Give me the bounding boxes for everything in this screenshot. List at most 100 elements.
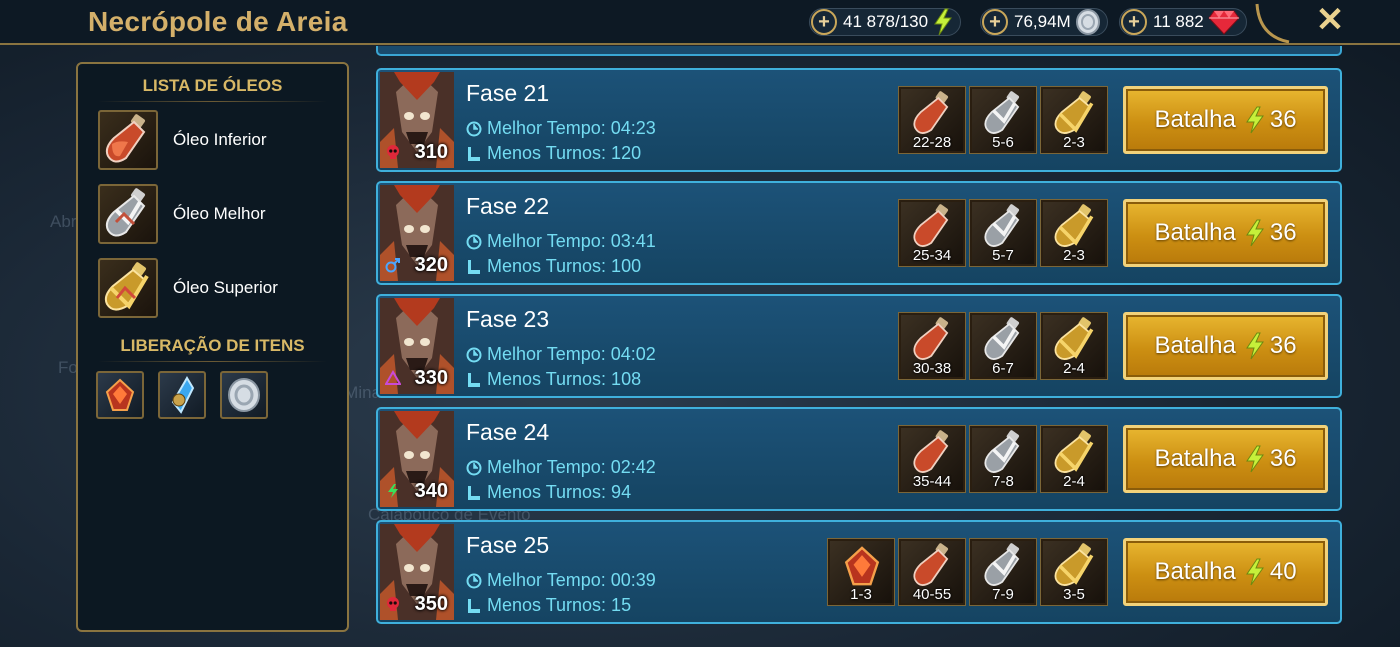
reward-range: 5-6 <box>992 134 1014 151</box>
reward-range: 6-7 <box>992 360 1014 377</box>
reward-slot[interactable]: 2-4 <box>1040 312 1108 380</box>
gem-resource: + 11 882 <box>1119 8 1247 36</box>
reward-range: 2-3 <box>1063 134 1085 151</box>
battle-label: Batalha <box>1154 445 1236 472</box>
battle-button[interactable]: Batalha 40 <box>1123 538 1328 606</box>
battle-button[interactable]: Batalha 36 <box>1123 312 1328 380</box>
add-gem-button[interactable]: + <box>1121 9 1147 35</box>
battle-button[interactable]: Batalha 36 <box>1123 425 1328 493</box>
stage-row[interactable]: 310 Fase 21 Melhor Tempo: 04:23 Menos Tu… <box>376 68 1342 172</box>
min-turns: Menos Turnos: 94 <box>466 482 631 503</box>
min-turns: Menos Turnos: 100 <box>466 256 641 277</box>
superior-oil-icon <box>1054 91 1094 134</box>
close-button[interactable]: ✕ <box>1315 2 1345 38</box>
min-turns: Menos Turnos: 15 <box>466 595 631 616</box>
energy-cost: 40 <box>1269 558 1297 585</box>
energy-resource: + 41 878/130 <box>809 8 962 36</box>
reward-slot[interactable]: 22-28 <box>898 86 966 154</box>
reward-slot[interactable]: 5-6 <box>969 86 1037 154</box>
energy-bolt-icon <box>1245 558 1264 586</box>
clock-icon <box>466 347 482 362</box>
skull-icon <box>387 145 399 159</box>
stage-row[interactable]: 320 Fase 22 Melhor Tempo: 03:41 Menos Tu… <box>376 181 1342 285</box>
stage-row-partial <box>376 46 1342 56</box>
reward-slot[interactable]: 5-7 <box>969 199 1037 267</box>
reward-slot[interactable]: 2-3 <box>1040 199 1108 267</box>
greater-oil-icon <box>984 317 1020 360</box>
reward-slot[interactable]: 6-7 <box>969 312 1037 380</box>
reward-range: 40-55 <box>912 586 952 603</box>
map-label: Abr <box>50 212 77 231</box>
lesser-oil-icon <box>913 91 949 134</box>
min-turns-text: Menos Turnos: 108 <box>487 369 642 389</box>
silver-resource: + 76,94M <box>980 8 1108 36</box>
reward-slot[interactable]: 40-55 <box>898 538 966 606</box>
oil-item-lesser[interactable]: Óleo Inferior <box>98 110 267 170</box>
boss-level: 340 <box>414 480 448 502</box>
blue-shard-icon[interactable] <box>158 371 206 419</box>
best-time-text: Melhor Tempo: 04:23 <box>487 118 656 138</box>
clock-icon <box>466 573 482 588</box>
energy-bolt-icon <box>1245 445 1264 473</box>
reward-slot[interactable]: 1-3 <box>827 538 895 606</box>
reward-range: 30-38 <box>912 360 952 377</box>
turns-icon <box>468 485 480 500</box>
battle-label: Batalha <box>1154 219 1236 246</box>
turns-icon <box>468 372 480 387</box>
turns-icon <box>468 146 480 161</box>
stage-row[interactable]: 350 Fase 25 Melhor Tempo: 00:39 Menos Tu… <box>376 520 1342 624</box>
gem-artifact-icon <box>844 546 880 586</box>
energy-cost: 36 <box>1269 106 1297 133</box>
oil-item-greater[interactable]: Óleo Melhor <box>98 184 266 244</box>
reward-slot[interactable]: 2-3 <box>1040 86 1108 154</box>
reward-slot[interactable]: 30-38 <box>898 312 966 380</box>
clock-icon <box>466 460 482 475</box>
add-silver-button[interactable]: + <box>982 9 1008 35</box>
reward-slot[interactable]: 3-5 <box>1040 538 1108 606</box>
boss-portrait: 310 <box>380 72 454 168</box>
energy-cost: 36 <box>1269 219 1297 246</box>
superior-oil-icon <box>1054 204 1094 247</box>
reward-range: 1-3 <box>850 586 872 603</box>
oils-heading-text: LISTA DE ÓLEOS <box>142 76 283 95</box>
energy-cost: 36 <box>1269 332 1297 359</box>
reward-slot[interactable]: 2-4 <box>1040 425 1108 493</box>
min-turns-text: Menos Turnos: 100 <box>487 256 642 276</box>
reward-range: 7-8 <box>992 473 1014 490</box>
reward-slot[interactable]: 7-9 <box>969 538 1037 606</box>
battle-button[interactable]: Batalha 36 <box>1123 199 1328 267</box>
drops-heading: LIBERAÇÃO DE ITENS <box>78 336 347 362</box>
oil-item-superior[interactable]: Óleo Superior <box>98 258 278 318</box>
best-time: Melhor Tempo: 02:42 <box>466 457 656 478</box>
reward-range: 3-5 <box>1063 586 1085 603</box>
stage-list[interactable]: 310 Fase 21 Melhor Tempo: 04:23 Menos Tu… <box>376 46 1344 630</box>
gem-value: 11 882 <box>1153 12 1204 31</box>
best-time-text: Melhor Tempo: 00:39 <box>487 570 656 590</box>
greater-oil-icon <box>984 543 1020 586</box>
boss-portrait: 330 <box>380 298 454 394</box>
battle-label: Batalha <box>1154 558 1236 585</box>
reward-range: 25-34 <box>912 247 952 264</box>
silver-coin-icon[interactable] <box>220 371 268 419</box>
best-time: Melhor Tempo: 04:23 <box>466 118 656 139</box>
min-turns: Menos Turnos: 120 <box>466 143 641 164</box>
stage-row[interactable]: 330 Fase 23 Melhor Tempo: 04:02 Menos Tu… <box>376 294 1342 398</box>
best-time: Melhor Tempo: 00:39 <box>466 570 656 591</box>
reward-slot[interactable]: 25-34 <box>898 199 966 267</box>
oil-label: Óleo Melhor <box>173 204 266 223</box>
oils-heading: LISTA DE ÓLEOS <box>78 76 347 102</box>
reward-slot[interactable]: 7-8 <box>969 425 1037 493</box>
min-turns-text: Menos Turnos: 94 <box>487 482 632 502</box>
reward-slot[interactable]: 35-44 <box>898 425 966 493</box>
stage-row[interactable]: 340 Fase 24 Melhor Tempo: 02:42 Menos Tu… <box>376 407 1342 511</box>
top-bar: Necrópole de Areia + 41 878/130 + 76,94M… <box>0 0 1400 45</box>
magic-affinity-icon <box>385 258 400 273</box>
boss-level: 330 <box>414 367 448 389</box>
lesser-oil-icon <box>913 430 949 473</box>
superior-oil-icon <box>98 258 158 318</box>
min-turns-text: Menos Turnos: 15 <box>487 595 632 615</box>
battle-button[interactable]: Batalha 36 <box>1123 86 1328 154</box>
gem-artifact-icon[interactable] <box>96 371 144 419</box>
silver-value: 76,94M <box>1014 12 1071 31</box>
add-energy-button[interactable]: + <box>811 9 837 35</box>
